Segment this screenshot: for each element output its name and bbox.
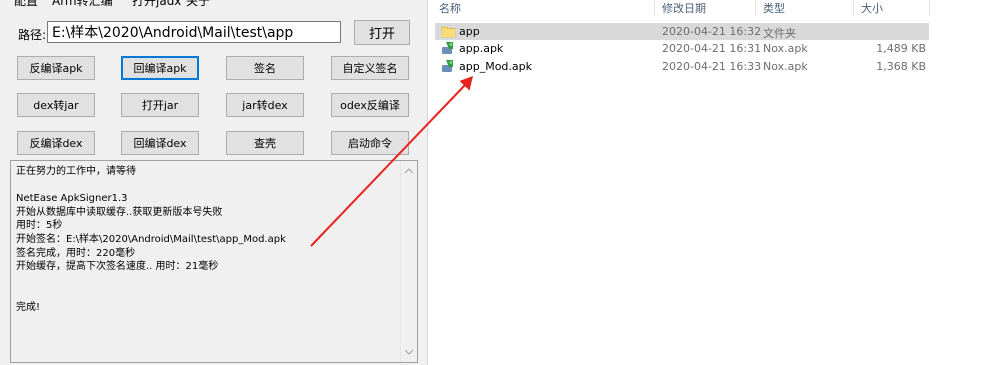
annotation-arrow	[310, 76, 473, 247]
